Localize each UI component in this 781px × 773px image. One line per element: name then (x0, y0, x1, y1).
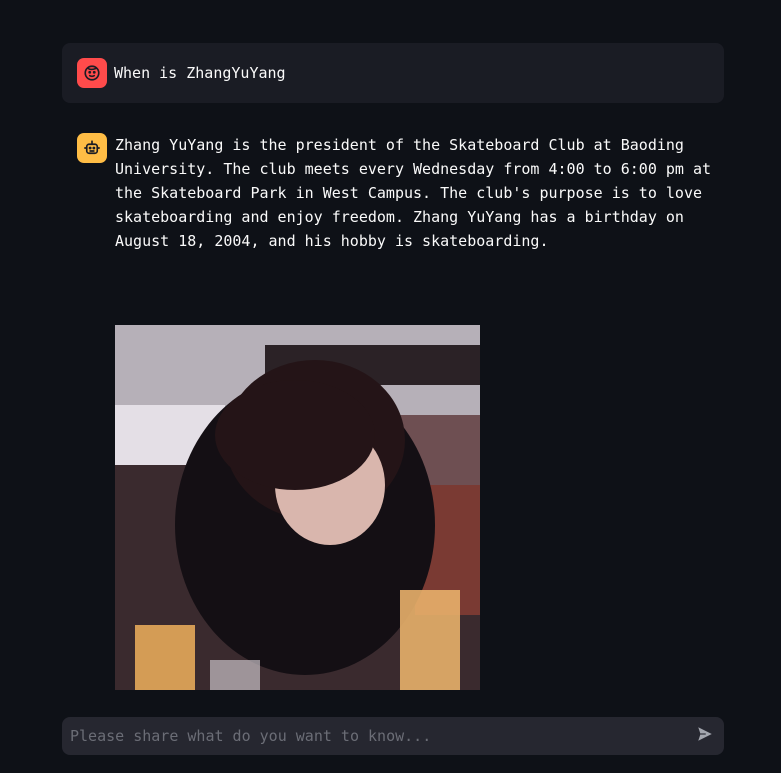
assistant-avatar (77, 133, 107, 163)
user-avatar (77, 58, 107, 88)
send-button[interactable] (694, 725, 716, 747)
user-message-text: When is ZhangYuYang (114, 64, 286, 82)
assistant-photo (115, 325, 480, 690)
user-face-icon (83, 64, 101, 82)
user-message: When is ZhangYuYang (62, 43, 724, 103)
assistant-message-text: Zhang YuYang is the president of the Ska… (115, 136, 712, 250)
robot-icon (83, 139, 101, 157)
chat-input[interactable] (62, 717, 682, 755)
send-icon (696, 725, 714, 747)
chat-input-box (62, 717, 724, 755)
chat-page: When is ZhangYuYang Zhang YuYang is the … (0, 0, 781, 773)
